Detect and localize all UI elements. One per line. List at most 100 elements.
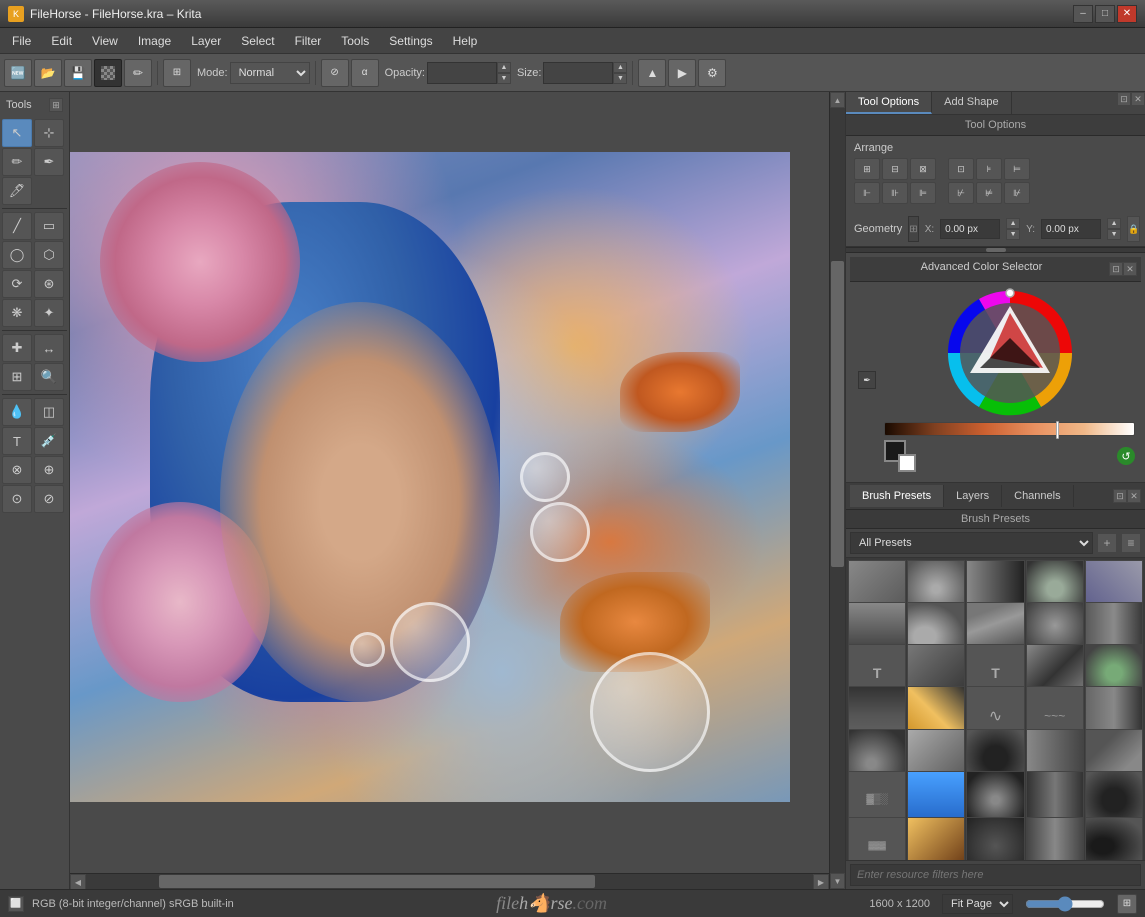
move-tool-button[interactable]: ✚ [2, 334, 32, 362]
align-center-v-button[interactable]: ⊧ [976, 158, 1002, 180]
preset-options-button[interactable]: ≡ [1121, 533, 1141, 553]
similar-select-button[interactable]: ✦ [34, 299, 64, 327]
distribute-center-v-button[interactable]: ⊭ [976, 182, 1002, 204]
measure-button[interactable]: ⊕ [34, 456, 64, 484]
add-preset-button[interactable]: + [1097, 533, 1117, 553]
x-up-arrow[interactable]: ▲ [1006, 218, 1020, 229]
brush-select-button[interactable]: ✏ [124, 59, 152, 87]
gradient-tool-button[interactable]: ◫ [34, 398, 64, 426]
color-gradient-bar[interactable] [884, 422, 1135, 436]
settings-button[interactable]: ⚙ [698, 59, 726, 87]
fill-tool-button[interactable]: 💧 [2, 398, 32, 426]
menu-image[interactable]: Image [130, 32, 179, 50]
scroll-track[interactable] [830, 108, 845, 873]
crop-tool-button[interactable]: ⊞ [2, 363, 32, 391]
reset-colors-button[interactable]: ↺ [1117, 447, 1135, 465]
color-wheel-svg[interactable] [945, 288, 1075, 418]
brush-item-33[interactable] [966, 817, 1024, 860]
erase-button[interactable]: ⊘ [321, 59, 349, 87]
ellipse-select-button[interactable]: ◯ [2, 241, 32, 269]
brush-item-34[interactable] [1026, 817, 1084, 860]
align-right-button[interactable]: ⊠ [910, 158, 936, 180]
opacity-up-arrow[interactable]: ▲ [497, 62, 511, 73]
opacity-input[interactable]: 100 [427, 62, 497, 84]
tab-channels[interactable]: Channels [1002, 485, 1073, 507]
minimize-button[interactable]: – [1073, 5, 1093, 23]
y-up-arrow[interactable]: ▲ [1107, 218, 1121, 229]
align-bottom-button[interactable]: ⊨ [1004, 158, 1030, 180]
panel-close-icon[interactable]: ✕ [1131, 92, 1145, 106]
assistant-button[interactable]: ⊙ [2, 485, 32, 513]
distribute-right-button[interactable]: ⊫ [910, 182, 936, 204]
menu-filter[interactable]: Filter [287, 32, 330, 50]
magic-wand-button[interactable]: ⊛ [34, 270, 64, 298]
menu-file[interactable]: File [4, 32, 39, 50]
menu-view[interactable]: View [84, 32, 126, 50]
menu-help[interactable]: Help [445, 32, 486, 50]
brush-item-31[interactable]: ▓▓▓ [848, 817, 906, 860]
close-button[interactable]: ✕ [1117, 5, 1137, 23]
fit-page-dropdown[interactable]: Fit Page [942, 894, 1013, 914]
zoom-tool-button[interactable]: 🔍 [34, 363, 64, 391]
x-down-arrow[interactable]: ▼ [1006, 229, 1020, 240]
size-down-arrow[interactable]: ▼ [613, 73, 627, 84]
menu-select[interactable]: Select [233, 32, 282, 50]
x-coord-input[interactable] [940, 219, 1000, 239]
calligraphy-tool-button[interactable]: ✒ [34, 148, 64, 176]
y-down-arrow[interactable]: ▼ [1107, 229, 1121, 240]
line-tool-button[interactable]: ╱ [2, 212, 32, 240]
eyedropper-button[interactable]: 💉 [34, 427, 64, 455]
preserve-alpha-button[interactable]: α [351, 59, 379, 87]
brush-item-32[interactable] [907, 817, 965, 860]
menu-layer[interactable]: Layer [183, 32, 229, 50]
pressure-button[interactable]: ▲ [638, 59, 666, 87]
smart-patch-button[interactable]: ⊗ [2, 456, 32, 484]
grid-button[interactable]: ⊞ [163, 59, 191, 87]
opacity-down-arrow[interactable]: ▼ [497, 73, 511, 84]
zoom-slider[interactable] [1025, 896, 1105, 912]
resource-filter-input[interactable] [850, 864, 1141, 886]
y-coord-input[interactable] [1041, 219, 1101, 239]
arrow-tool-button[interactable]: ↖ [2, 119, 32, 147]
swatch-button[interactable] [94, 59, 122, 87]
color-selector-close-icon[interactable]: ✕ [1123, 262, 1137, 276]
canvas-inner[interactable] [70, 92, 829, 873]
tab-tool-options[interactable]: Tool Options [846, 92, 932, 114]
size-input[interactable]: 30.00 [543, 62, 613, 84]
tab-layers[interactable]: Layers [944, 485, 1002, 507]
brush-engine-button[interactable]: ▶ [668, 59, 696, 87]
open-file-button[interactable]: 📂 [34, 59, 62, 87]
reference-button[interactable]: ⊘ [34, 485, 64, 513]
maximize-button[interactable]: □ [1095, 5, 1115, 23]
lock-button[interactable]: 🔒 [1127, 216, 1140, 242]
brush-panel-close-icon[interactable]: ✕ [1127, 489, 1141, 503]
distribute-left-button[interactable]: ⊩ [854, 182, 880, 204]
menu-settings[interactable]: Settings [381, 32, 440, 50]
align-left-button[interactable]: ⊞ [854, 158, 880, 180]
distribute-top-button[interactable]: ⊬ [948, 182, 974, 204]
tools-options-icon[interactable]: ⊞ [49, 98, 63, 112]
freehand-select-button[interactable]: ⟳ [2, 270, 32, 298]
h-scroll-right-button[interactable]: ▶ [813, 874, 829, 889]
fullscreen-button[interactable]: ⊞ [1117, 894, 1137, 914]
menu-tools[interactable]: Tools [333, 32, 377, 50]
transform-tool-button[interactable]: ↔ [34, 334, 64, 362]
crosshair-tool-button[interactable]: ⊹ [34, 119, 64, 147]
scroll-down-button[interactable]: ▼ [830, 873, 845, 889]
menu-edit[interactable]: Edit [43, 32, 80, 50]
save-file-button[interactable]: 💾 [64, 59, 92, 87]
pen-tool-button[interactable]: 🖊 [2, 177, 32, 205]
contiguous-select-button[interactable]: ❋ [2, 299, 32, 327]
eyedropper-color-button[interactable]: ✒ [858, 371, 876, 389]
scroll-up-button[interactable]: ▲ [830, 92, 845, 108]
size-up-arrow[interactable]: ▲ [613, 62, 627, 73]
tab-brush-presets[interactable]: Brush Presets [850, 485, 944, 507]
distribute-center-h-button[interactable]: ⊪ [882, 182, 908, 204]
rect-select-button[interactable]: ▭ [34, 212, 64, 240]
preset-filter-dropdown[interactable]: All Presets [850, 532, 1093, 554]
panel-float-icon[interactable]: ⊡ [1117, 92, 1131, 106]
align-top-button[interactable]: ⊡ [948, 158, 974, 180]
polygon-select-button[interactable]: ⬡ [34, 241, 64, 269]
new-file-button[interactable]: 🆕 [4, 59, 32, 87]
text-tool-button[interactable]: T [2, 427, 32, 455]
